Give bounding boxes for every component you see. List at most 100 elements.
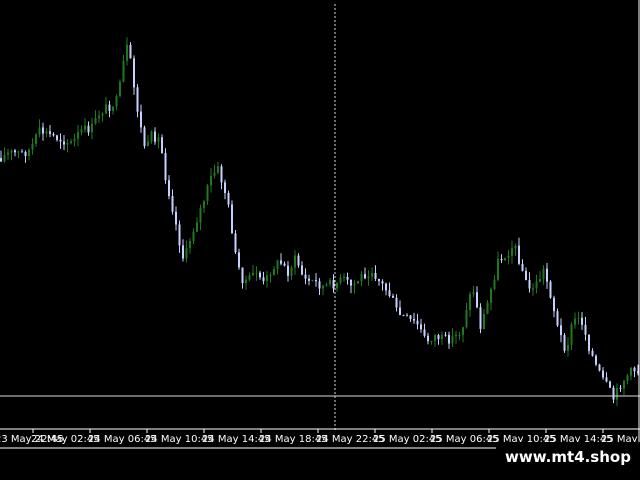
- candle-body: [182, 245, 184, 259]
- price-chart[interactable]: 23 May 22:4524 May 02:4524 May 06:4524 M…: [0, 0, 640, 480]
- candle-body: [210, 175, 212, 186]
- candle-body: [549, 281, 552, 298]
- candle-body: [399, 307, 401, 315]
- candle-body: [360, 274, 363, 282]
- candles-layer: [0, 37, 639, 406]
- candle-body: [560, 325, 562, 336]
- candle-body: [546, 268, 548, 282]
- candle-body: [108, 104, 111, 111]
- candle-body: [115, 96, 118, 107]
- candle-body: [175, 211, 177, 225]
- candle-body: [444, 334, 447, 336]
- candle-body: [119, 81, 121, 97]
- candle-body: [143, 127, 146, 147]
- candle-body: [381, 281, 384, 284]
- candle-body: [448, 334, 450, 344]
- candle-body: [465, 310, 468, 328]
- candle-body: [31, 143, 34, 150]
- candle-body: [178, 224, 181, 246]
- candle-body: [283, 263, 286, 266]
- candle-body: [294, 255, 296, 268]
- candle-body: [623, 380, 625, 389]
- candle-body: [213, 172, 216, 176]
- candle-body: [322, 285, 324, 289]
- candle-body: [290, 267, 293, 276]
- candle-body: [420, 324, 422, 330]
- candle-body: [385, 283, 387, 291]
- candle-body: [367, 276, 370, 279]
- candle-body: [245, 279, 247, 284]
- candle-body: [0, 158, 2, 162]
- candle-body: [98, 115, 100, 119]
- candle-body: [539, 279, 541, 282]
- candle-body: [248, 275, 251, 280]
- candle-body: [329, 280, 331, 285]
- chart-window[interactable]: 23 May 22:45 24 May 02:45 24 May 06:45 24 M…: [0, 0, 640, 480]
- candle-body: [535, 281, 538, 289]
- candle-body: [217, 166, 219, 173]
- candle-body: [252, 272, 254, 276]
- candle-body: [28, 149, 30, 156]
- candle-body: [402, 315, 405, 316]
- candle-body: [630, 367, 632, 376]
- candle-body: [3, 154, 6, 162]
- candle-body: [553, 297, 555, 312]
- candle-body: [455, 334, 457, 336]
- candle-body: [206, 185, 209, 201]
- candle-body: [24, 152, 27, 156]
- candle-body: [45, 131, 48, 134]
- candle-body: [192, 231, 195, 241]
- candle-body: [87, 125, 90, 133]
- candle-body: [66, 143, 69, 145]
- candle-body: [91, 123, 93, 133]
- candle-body: [122, 60, 125, 82]
- candle-body: [584, 324, 587, 335]
- candle-body: [616, 387, 618, 400]
- candle-body: [434, 335, 436, 341]
- candle-body: [458, 334, 461, 336]
- candle-body: [451, 336, 454, 344]
- candle-body: [80, 129, 83, 133]
- candle-body: [577, 317, 580, 319]
- candle-body: [140, 111, 142, 128]
- candle-body: [626, 375, 629, 381]
- candle-body: [602, 370, 604, 378]
- candle-body: [133, 58, 135, 88]
- candle-body: [63, 141, 65, 145]
- candle-body: [532, 288, 534, 290]
- candle-body: [486, 302, 489, 314]
- candle-body: [528, 280, 531, 289]
- candle-body: [518, 245, 520, 264]
- candle-body: [371, 273, 373, 277]
- candle-body: [619, 387, 622, 389]
- candle-body: [17, 151, 20, 153]
- candle-body: [129, 44, 132, 59]
- candle-body: [430, 341, 433, 342]
- candle-body: [462, 327, 464, 335]
- candle-body: [266, 275, 268, 281]
- candle-body: [136, 87, 139, 112]
- candle-body: [7, 152, 9, 155]
- candle-body: [112, 106, 114, 111]
- candle-body: [101, 113, 104, 116]
- candle-body: [336, 282, 338, 289]
- candle-body: [416, 320, 419, 325]
- candle-body: [238, 252, 240, 268]
- candle-body: [493, 279, 496, 289]
- candle-body: [378, 278, 380, 282]
- candle-body: [147, 141, 149, 147]
- candle-body: [441, 334, 443, 340]
- candle-body: [353, 283, 356, 286]
- candle-body: [154, 131, 156, 142]
- candle-body: [171, 196, 174, 212]
- candle-body: [203, 201, 205, 208]
- candle-body: [269, 275, 272, 277]
- candle-body: [563, 335, 566, 351]
- candle-body: [234, 233, 237, 253]
- candle-body: [276, 260, 279, 269]
- candle-body: [304, 274, 307, 279]
- candle-body: [168, 180, 170, 197]
- candle-body: [21, 151, 23, 153]
- candle-body: [318, 281, 321, 289]
- candle-body: [507, 255, 510, 258]
